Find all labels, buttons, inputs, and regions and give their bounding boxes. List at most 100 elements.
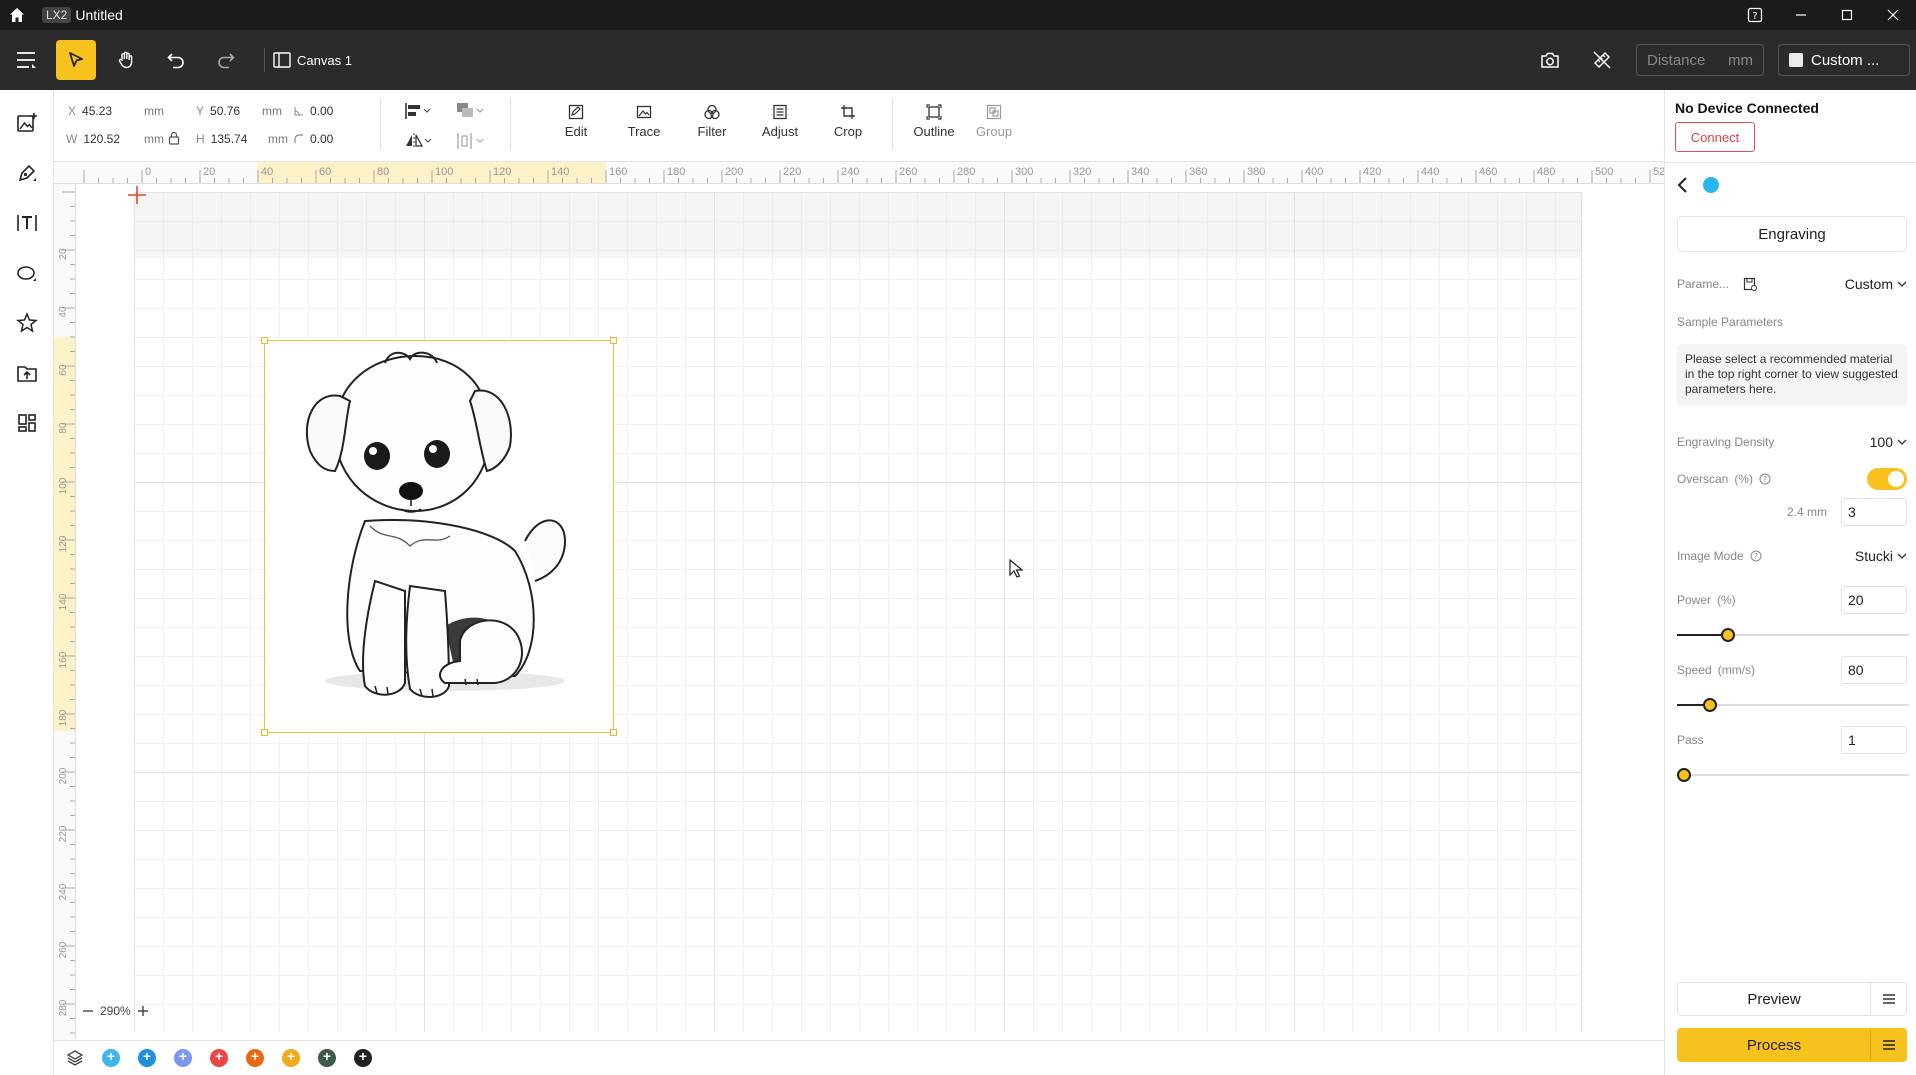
material-select-button[interactable]: Custom ... — [1778, 44, 1910, 76]
corner-radius-field[interactable]: 0.00 — [294, 132, 333, 146]
pass-row: Pass 1 — [1677, 726, 1907, 754]
overscan-label: Overscan — [1677, 472, 1729, 486]
overscan-amount-row: 2.4 mm 3 — [1677, 498, 1907, 526]
home-icon[interactable] — [0, 0, 34, 30]
pass-input[interactable]: 1 — [1841, 726, 1907, 754]
element-library-tool[interactable] — [0, 298, 54, 348]
help-icon[interactable]: ? — [1750, 550, 1762, 562]
pass-slider-knob[interactable] — [1677, 768, 1691, 782]
measure-button[interactable] — [1582, 40, 1622, 80]
overscan-toggle[interactable] — [1867, 468, 1907, 490]
speed-row: Speed (mm/s) 80 — [1677, 656, 1907, 684]
group-label: Group — [975, 124, 1013, 139]
preview-menu-button[interactable] — [1870, 983, 1906, 1015]
speed-slider-knob[interactable] — [1703, 698, 1717, 712]
undo-button[interactable] — [156, 40, 196, 80]
y-unit: mm — [262, 104, 282, 118]
minimize-icon[interactable] — [1778, 0, 1824, 30]
layer-color-dot[interactable] — [318, 1048, 336, 1067]
menu-icon[interactable] — [6, 40, 46, 80]
overscan-unit: (%) — [1734, 472, 1754, 486]
pass-slider[interactable] — [1677, 768, 1909, 782]
adjust-button[interactable]: Adjust — [750, 104, 810, 139]
layer-color-dot[interactable] — [246, 1048, 264, 1067]
apps-tool[interactable] — [0, 398, 54, 448]
width-field[interactable]: W 120.52 mm — [66, 132, 164, 146]
arrange-button[interactable] — [456, 102, 484, 125]
mouse-cursor-icon — [1009, 559, 1023, 578]
power-slider-knob[interactable] — [1721, 628, 1735, 642]
zoom-in-icon[interactable] — [137, 1005, 149, 1017]
pan-tool-button[interactable] — [106, 40, 146, 80]
layer-color-dot[interactable] — [138, 1048, 156, 1067]
edit-button[interactable]: Edit — [546, 104, 606, 139]
layer-color-dot[interactable] — [174, 1048, 192, 1067]
selected-image[interactable] — [261, 337, 617, 736]
power-unit: (%) — [1717, 593, 1736, 607]
outline-button[interactable]: Outline — [904, 104, 964, 139]
pen-tool[interactable] — [0, 148, 54, 198]
ruler-tick-label: 100 — [435, 166, 453, 178]
resize-handle[interactable] — [261, 337, 268, 344]
density-select[interactable]: 100 — [1870, 434, 1907, 450]
pass-label: Pass — [1677, 733, 1704, 747]
redo-button[interactable] — [206, 40, 246, 80]
layer-color-dot[interactable] — [210, 1048, 228, 1067]
resize-handle[interactable] — [610, 337, 617, 344]
preview-button[interactable]: Preview — [1677, 982, 1907, 1016]
canvas-selector[interactable]: Canvas 1 — [273, 52, 352, 68]
ruler-tick-label: 140 — [58, 593, 69, 610]
help-icon[interactable]: ? — [1759, 473, 1771, 485]
import-tool[interactable] — [0, 348, 54, 398]
overscan-input[interactable]: 3 — [1841, 498, 1907, 526]
shape-tool[interactable] — [0, 248, 54, 298]
filter-button[interactable]: Filter — [682, 104, 742, 139]
ruler-tick-label: 340 — [1131, 166, 1149, 178]
close-icon[interactable] — [1870, 0, 1916, 30]
process-button[interactable]: Process — [1677, 1028, 1907, 1062]
x-field[interactable]: X 45.23 mm — [68, 104, 164, 118]
lock-ratio-icon[interactable] — [168, 131, 180, 150]
layer-color-dot[interactable] — [102, 1048, 120, 1067]
ruler-tick-label: 440 — [1421, 166, 1439, 178]
zoom-out-icon[interactable] — [82, 1005, 94, 1017]
speed-slider[interactable] — [1677, 698, 1909, 712]
parameters-select[interactable]: Custom — [1845, 276, 1907, 292]
maximize-icon[interactable] — [1824, 0, 1870, 30]
power-slider[interactable] — [1677, 628, 1909, 642]
ruler-tick-label: 220 — [58, 825, 69, 842]
height-field[interactable]: H 135.74 mm — [196, 132, 288, 146]
distance-input[interactable]: Distance mm — [1636, 44, 1764, 76]
y-field[interactable]: Y 50.76 mm — [196, 104, 282, 118]
back-chevron-icon[interactable] — [1677, 176, 1689, 194]
height-value: 135.74 — [210, 132, 248, 146]
trace-button[interactable]: Trace — [614, 104, 674, 139]
distribute-button[interactable] — [456, 132, 484, 155]
layer-color-dot[interactable] — [282, 1048, 300, 1067]
menu-icon — [1882, 1040, 1895, 1050]
work-canvas[interactable] — [76, 184, 1664, 1040]
resize-handle[interactable] — [261, 729, 268, 736]
rotation-field[interactable]: 0.00 — [294, 104, 333, 118]
group-button[interactable]: Group — [964, 104, 1024, 139]
help-icon[interactable]: ? — [1732, 0, 1778, 30]
flip-button[interactable] — [404, 132, 432, 155]
align-button[interactable] — [404, 102, 432, 125]
resize-handle[interactable] — [610, 729, 617, 736]
connect-button[interactable]: Connect — [1675, 122, 1755, 152]
save-params-icon[interactable] — [1743, 277, 1758, 291]
power-input[interactable]: 20 — [1841, 586, 1907, 614]
layers-icon[interactable] — [66, 1049, 84, 1067]
add-image-tool[interactable] — [0, 98, 54, 148]
ruler-tick-label: 200 — [725, 166, 743, 178]
text-tool[interactable] — [0, 198, 54, 248]
process-menu-button[interactable] — [1870, 1029, 1906, 1061]
speed-input[interactable]: 80 — [1841, 656, 1907, 684]
ruler-tick-label: 160 — [58, 651, 69, 668]
crop-button[interactable]: Crop — [818, 104, 878, 139]
image-mode-select[interactable]: Stucki — [1855, 548, 1907, 564]
select-tool-button[interactable] — [56, 40, 96, 80]
engraving-mode-tab[interactable]: Engraving — [1677, 216, 1907, 252]
layer-color-dot[interactable] — [354, 1048, 372, 1067]
camera-button[interactable] — [1530, 40, 1570, 80]
